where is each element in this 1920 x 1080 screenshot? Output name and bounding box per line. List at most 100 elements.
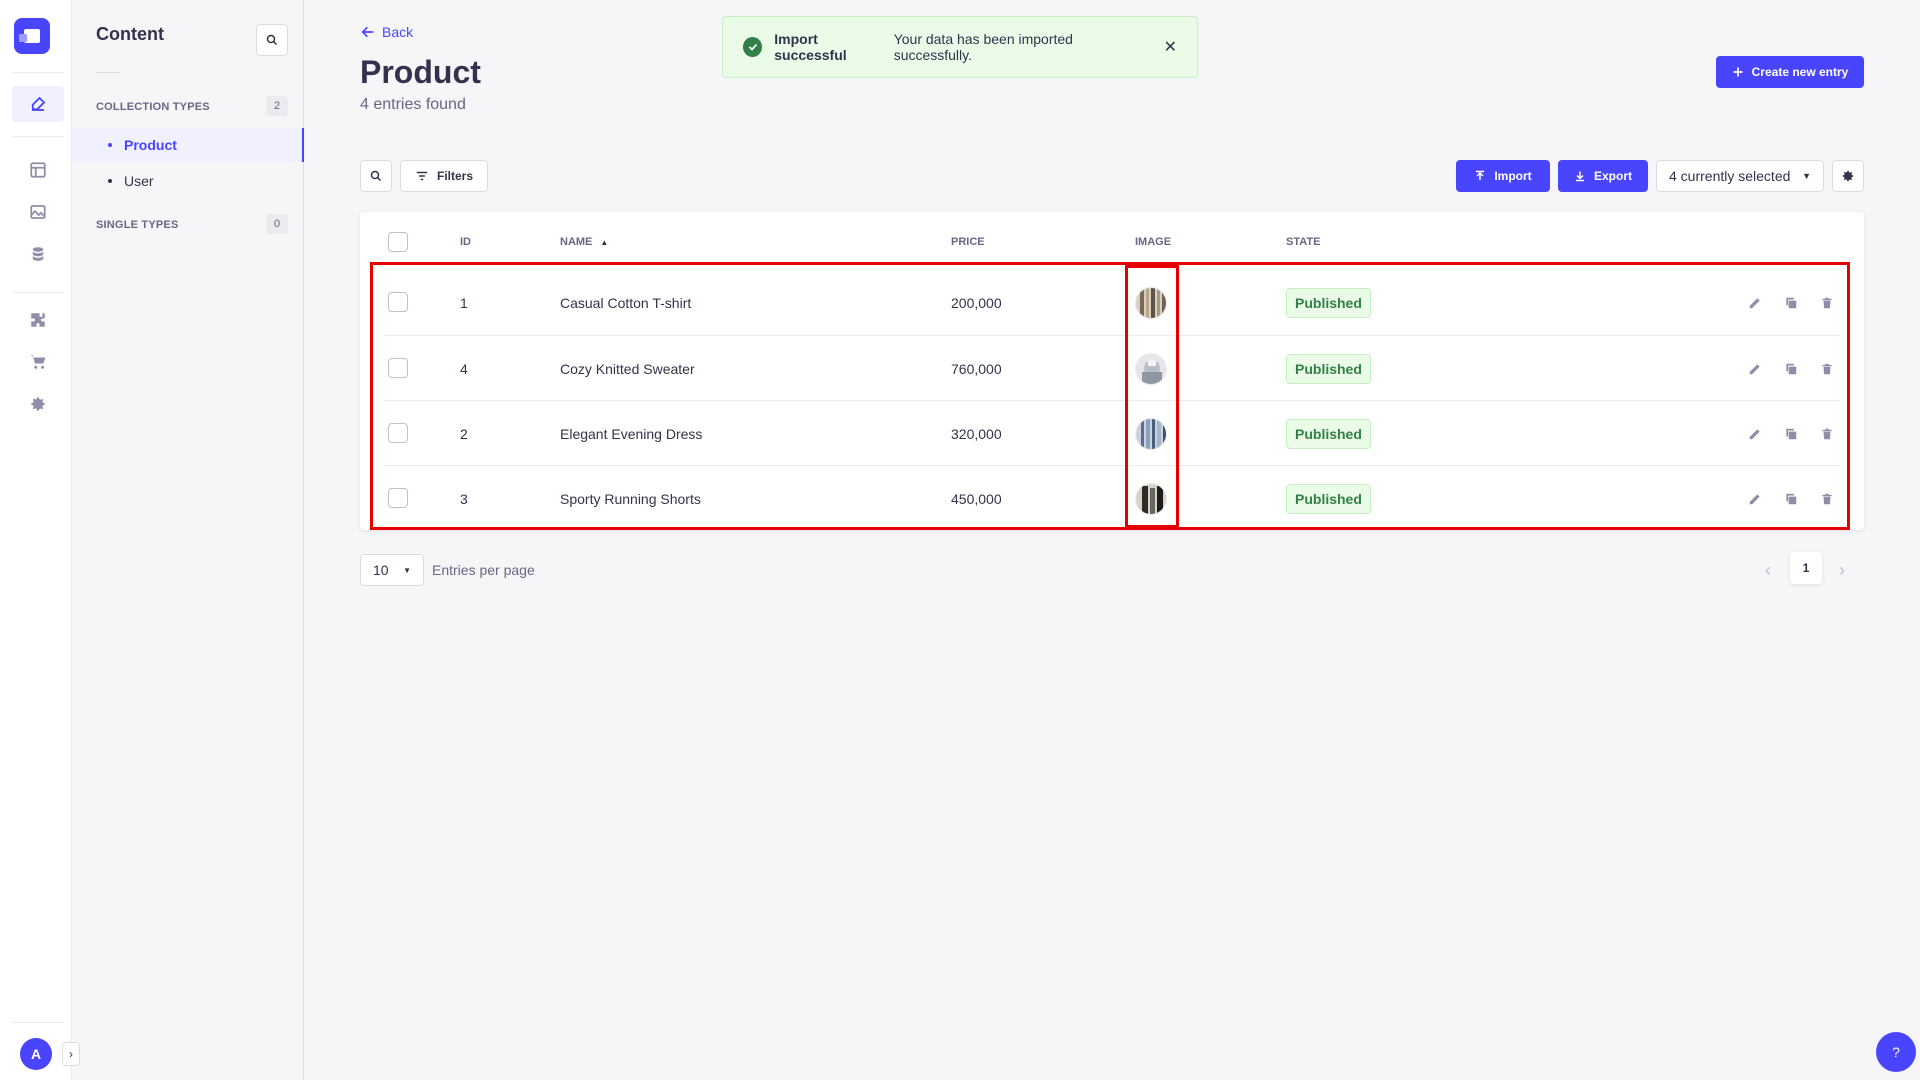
subnav-search-button[interactable] [256,24,288,56]
search-icon [266,34,278,46]
close-icon[interactable]: ✕ [1164,37,1177,57]
database-icon[interactable] [12,236,64,272]
column-header-name[interactable]: NAME ▲ [560,236,608,248]
cell-name: Elegant Evening Dress [560,425,703,442]
app-logo[interactable] [14,18,50,54]
table-row[interactable]: 4 Cozy Knitted Sweater 760,000 Published [384,335,1840,400]
entries-table: ID NAME ▲ PRICE IMAGE STATE 1 Casual Cot… [360,212,1864,530]
columns-selected-value: 4 currently selected [1669,168,1791,184]
cell-name: Casual Cotton T-shirt [560,294,692,311]
cell-image [1135,401,1167,466]
expand-nav-chevron-icon[interactable]: › [62,1042,80,1066]
subnav-item-user[interactable]: User [72,164,304,198]
subnav-item-product[interactable]: Product [72,128,304,162]
row-checkbox[interactable] [388,358,408,378]
content-manager-icon[interactable] [12,86,64,122]
plugins-icon[interactable] [12,302,64,338]
cell-state: Published [1286,401,1371,466]
collection-types-count: 2 [266,96,288,116]
edit-pencil-icon[interactable] [1748,401,1762,466]
row-checkbox[interactable] [388,423,408,443]
user-avatar[interactable]: A [20,1038,52,1070]
divider [12,292,64,293]
subnav-item-label: Product [124,137,177,153]
arrow-left-icon [361,26,374,38]
column-header-state[interactable]: STATE [1286,236,1320,248]
next-page-chevron-icon[interactable]: › [1826,554,1858,586]
filter-icon [416,171,428,181]
status-badge: Published [1286,287,1371,318]
cell-image [1135,336,1167,401]
entries-per-page-select[interactable]: 10 ▼ [360,554,424,586]
trash-icon[interactable] [1820,336,1834,401]
select-all-checkbox[interactable] [388,232,408,252]
page-number-current[interactable]: 1 [1790,552,1822,584]
cell-id: 2 [460,425,468,442]
column-header-image: IMAGE [1135,236,1172,248]
product-thumbnail [1135,482,1167,515]
media-library-icon[interactable] [12,194,64,230]
table-search-button[interactable] [360,160,392,192]
product-thumbnail [1135,352,1167,385]
row-checkbox[interactable] [388,292,408,312]
edit-pencil-icon[interactable] [1748,270,1762,335]
export-button[interactable]: Export [1558,160,1648,192]
edit-pencil-icon[interactable] [1748,336,1762,401]
cell-image [1135,466,1167,531]
columns-select[interactable]: 4 currently selected ▼ [1656,160,1824,192]
import-success-toast: Import successful Your data has been imp… [722,16,1198,78]
status-badge: Published [1286,418,1371,449]
row-checkbox[interactable] [388,488,408,508]
main-nav-rail: A › [0,0,80,1080]
cell-image [1135,270,1167,335]
column-header-price[interactable]: PRICE [951,236,985,248]
cell-id: 1 [460,294,468,311]
product-thumbnail [1135,286,1167,319]
duplicate-icon[interactable] [1784,466,1798,531]
status-badge: Published [1286,353,1371,384]
trash-icon[interactable] [1820,270,1834,335]
import-button[interactable]: Import [1456,160,1550,192]
back-label: Back [382,24,414,40]
create-label: Create new entry [1751,65,1849,79]
download-icon [1575,171,1584,182]
help-button[interactable]: ? [1876,1032,1916,1072]
bullet [108,143,112,147]
trash-icon[interactable] [1820,466,1834,531]
gear-icon [1842,170,1854,182]
cell-price: 200,000 [951,294,1002,311]
back-link[interactable]: Back [360,24,413,40]
per-page-value: 10 [373,562,389,578]
caret-down-icon: ▼ [403,565,411,575]
collection-types-label: COLLECTION TYPES [96,101,210,113]
subnav-title: Content [96,24,164,44]
content-type-builder-icon[interactable] [12,152,64,188]
create-new-entry-button[interactable]: Create new entry [1716,56,1864,88]
divider [12,72,64,73]
previous-page-chevron-icon[interactable]: ‹ [1752,554,1784,586]
duplicate-icon[interactable] [1784,270,1798,335]
page-title: Product [360,54,481,90]
upload-icon [1476,170,1485,180]
duplicate-icon[interactable] [1784,336,1798,401]
filters-button[interactable]: Filters [400,160,488,192]
settings-gear-icon[interactable] [12,386,64,422]
plus-icon [1733,67,1743,77]
toast-message: Your data has been imported successfully… [893,31,1073,63]
cell-price: 760,000 [951,360,1002,377]
marketplace-cart-icon[interactable] [12,344,64,380]
table-row[interactable]: 2 Elegant Evening Dress 320,000 Publishe… [384,400,1840,465]
column-header-id[interactable]: ID [460,236,471,248]
trash-icon[interactable] [1820,401,1834,466]
edit-pencil-icon[interactable] [1748,466,1762,531]
export-label: Export [1593,169,1632,183]
table-row[interactable]: 3 Sporty Running Shorts 450,000 Publishe… [384,465,1840,530]
subnav-item-label: User [124,173,154,189]
single-types-label: SINGLE TYPES [96,219,179,231]
per-page-label: Entries per page [432,562,535,578]
cell-id: 3 [460,490,468,507]
duplicate-icon[interactable] [1784,401,1798,466]
table-row[interactable]: 1 Casual Cotton T-shirt 200,000 Publishe… [384,270,1840,335]
table-settings-button[interactable] [1832,160,1864,192]
status-badge: Published [1286,483,1371,514]
